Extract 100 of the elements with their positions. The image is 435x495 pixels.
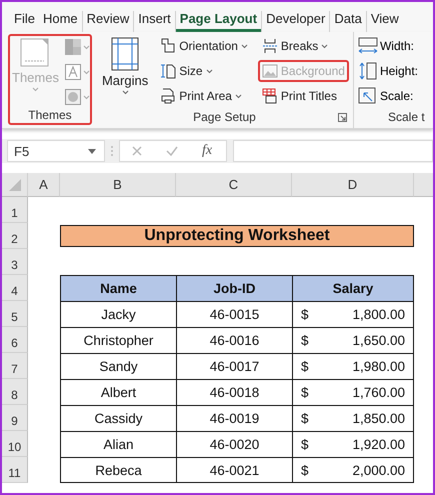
page-size-icon (160, 63, 176, 79)
table-cell: Christopher (60, 327, 176, 353)
row-header[interactable]: 7 (2, 353, 28, 379)
row-header[interactable]: 10 (2, 431, 28, 457)
margins-button[interactable]: Margins (100, 35, 150, 110)
table-header-cell: Name (60, 275, 176, 301)
select-all-corner[interactable] (2, 173, 28, 197)
caret-icon (206, 68, 213, 74)
print-titles-icon (262, 88, 278, 104)
ribbon-tab[interactable]: Home (38, 11, 82, 32)
table-cell: Rebeca (60, 457, 176, 483)
row-header[interactable]: 6 (2, 327, 28, 353)
scale-label: Width: (380, 39, 414, 53)
currency-symbol: $ (301, 333, 309, 348)
insert-function-button[interactable]: fx (202, 143, 212, 159)
page-icon (160, 38, 176, 54)
group-label: Themes (27, 108, 73, 124)
formula-input[interactable] (233, 140, 433, 162)
column-header[interactable]: C (176, 173, 292, 197)
caret-icon (240, 44, 248, 48)
colors-dropdown[interactable] (64, 36, 90, 58)
currency-symbol: $ (301, 359, 309, 374)
group-label: Page Setup (100, 110, 349, 128)
salary-amount: 1,760.00 (352, 385, 405, 400)
currency-symbol: $ (301, 437, 309, 452)
caret-icon (32, 87, 39, 92)
salary-amount: 1,650.00 (352, 333, 405, 348)
width-icon (358, 37, 378, 55)
column-header[interactable]: B (60, 173, 176, 197)
table-cell: 46-0018 (176, 379, 292, 405)
row-header[interactable]: 5 (2, 301, 28, 327)
table-cell: Jacky (60, 301, 176, 327)
effects-dropdown[interactable] (64, 86, 90, 108)
row-header[interactable]: 1 (2, 197, 28, 223)
salary-amount: 1,800.00 (352, 307, 405, 322)
table-header-cell: Job-ID (176, 275, 292, 301)
currency-symbol: $ (301, 411, 309, 426)
column-header[interactable]: D (292, 173, 414, 197)
height-control[interactable]: Height: (358, 60, 418, 82)
effects-icon (64, 89, 81, 105)
row-header[interactable]: 2 (2, 223, 28, 249)
caret-icon (321, 44, 328, 48)
colors-icon (64, 39, 81, 55)
table-header-cell: Salary (292, 275, 414, 301)
table-cell: 46-0015 (176, 301, 292, 327)
margins-icon (111, 37, 140, 71)
dropdown-arrow-icon (88, 148, 96, 154)
row-header[interactable]: 4 (2, 275, 28, 301)
dialog-launcher-icon[interactable] (338, 113, 347, 122)
currency-symbol: $ (301, 307, 309, 322)
table-cell: Alian (60, 431, 176, 457)
currency-symbol: $ (301, 385, 309, 400)
currency-symbol: $ (301, 462, 309, 478)
caret-icon (122, 90, 129, 95)
check-icon[interactable] (166, 146, 178, 156)
caret-icon (82, 70, 90, 74)
salary-amount: 2,000.00 (352, 462, 405, 478)
table-cell: Cassidy (60, 405, 176, 431)
scale-label: Height: (380, 64, 418, 78)
size-button[interactable]: Size (156, 60, 252, 82)
height-icon (358, 62, 378, 80)
fonts-dropdown[interactable] (64, 61, 90, 83)
row-header[interactable]: 8 (2, 379, 28, 405)
printer-icon (160, 88, 176, 104)
themes-icon (20, 38, 50, 68)
breaks-button[interactable]: Breaks (258, 35, 349, 57)
table-cell: 46-0017 (176, 353, 292, 379)
salary-amount: 1,920.00 (352, 437, 405, 452)
page-break-icon (262, 38, 278, 54)
print-titles-button[interactable]: Print Titles (258, 85, 349, 107)
width-control[interactable]: Width: (358, 35, 418, 57)
row-header[interactable]: 9 (2, 405, 28, 431)
orientation-button[interactable]: Orientation (156, 35, 252, 57)
group-label: Scale t (386, 110, 425, 126)
column-header[interactable]: A (28, 173, 60, 197)
caret-icon (234, 94, 242, 98)
cancel-icon[interactable] (132, 146, 142, 156)
salary-amount: 1,850.00 (352, 411, 405, 426)
row-header[interactable]: 11 (2, 457, 28, 483)
table-cell: 46-0020 (176, 431, 292, 457)
scale-control[interactable]: Scale: (358, 85, 418, 107)
caret-icon (82, 44, 90, 50)
table-cell: Albert (60, 379, 176, 405)
name-box[interactable]: F5 (7, 140, 105, 162)
table-cell: Sandy (60, 353, 176, 379)
ribbon-tab[interactable]: Page Layout (174, 11, 262, 32)
table-cell: 46-0021 (176, 457, 292, 483)
table-cell: 46-0016 (176, 327, 292, 353)
title-cell: Unprotecting Worksheet (60, 225, 414, 247)
scale-icon (358, 87, 378, 105)
ribbon-tab[interactable]: File (10, 11, 39, 32)
salary-amount: 1,980.00 (352, 359, 405, 374)
font-icon (64, 64, 81, 80)
caret-icon (82, 94, 90, 100)
scale-label: Scale: (380, 89, 414, 103)
row-header[interactable]: 3 (2, 249, 28, 275)
corner-triangle-icon (8, 178, 20, 190)
table-cell: 46-0019 (176, 405, 292, 431)
column-header[interactable] (414, 173, 433, 197)
print-area-button[interactable]: Print Area (156, 85, 252, 107)
